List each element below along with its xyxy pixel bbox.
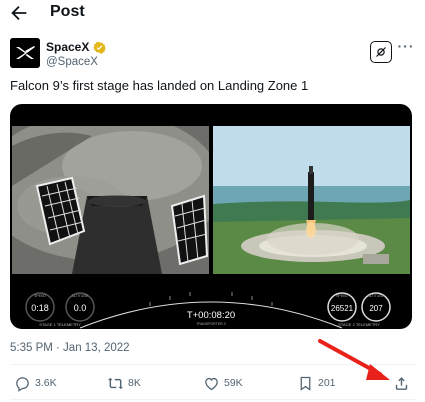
ground-camera-view xyxy=(213,126,410,274)
bookmark-icon xyxy=(300,376,311,391)
heart-icon xyxy=(205,377,218,390)
grok-button[interactable] xyxy=(370,41,392,63)
author-handle[interactable]: @SpaceX xyxy=(46,56,98,68)
author-name-text: SpaceX xyxy=(46,40,90,54)
left-altitude-unit: ALTITUDE xyxy=(72,294,89,298)
bookmark-button[interactable]: 201 xyxy=(297,372,336,394)
top-bar: Post xyxy=(0,0,425,30)
mission-name: TRANSPORTER-3 xyxy=(196,322,226,326)
left-telemetry-label: STAGE 1 TELEMETRY xyxy=(39,322,81,327)
left-speed: 0:18 xyxy=(31,303,49,313)
tweet-text: Falcon 9’s first stage has landed on Lan… xyxy=(10,78,309,93)
share-icon xyxy=(395,376,408,390)
right-speed: 26521 xyxy=(331,304,354,313)
arrow-left-icon xyxy=(11,5,27,21)
grok-icon xyxy=(376,47,386,57)
left-altitude: 0.0 xyxy=(74,303,87,313)
like-button[interactable]: 59K xyxy=(203,372,243,394)
telemetry-overlay: 0:18 0.0 SPEED ALTITUDE STAGE 1 TELEMETR… xyxy=(10,282,412,329)
page-title: Post xyxy=(50,3,85,20)
spacex-logo xyxy=(10,38,40,68)
right-telemetry-label: STAGE 2 TELEMETRY xyxy=(338,322,380,327)
onboard-camera-view xyxy=(12,126,209,274)
avatar[interactable] xyxy=(10,38,40,68)
verified-badge-icon xyxy=(93,41,107,54)
action-bar: 3.6K 8K 59K 201 xyxy=(0,372,425,396)
bookmark-count: 201 xyxy=(318,377,336,389)
repost-icon xyxy=(108,377,123,389)
tweet-timestamp[interactable]: 5:35 PM · Jan 13, 2022 xyxy=(10,342,130,354)
right-speed-unit: SPEED xyxy=(336,294,348,298)
repost-button[interactable]: 8K xyxy=(107,372,141,394)
back-button[interactable] xyxy=(8,2,30,24)
right-altitude-unit: ALTITUDE xyxy=(368,294,385,298)
author-name[interactable]: SpaceX xyxy=(46,40,107,54)
divider xyxy=(10,399,415,400)
more-icon[interactable]: ··· xyxy=(397,39,415,58)
reply-button[interactable]: 3.6K xyxy=(14,372,57,394)
repost-count: 8K xyxy=(128,377,141,389)
share-button[interactable] xyxy=(393,372,410,394)
left-speed-unit: SPEED xyxy=(34,294,46,298)
divider xyxy=(10,364,415,365)
reply-count: 3.6K xyxy=(35,377,57,389)
tweet-video[interactable]: 0:18 0.0 SPEED ALTITUDE STAGE 1 TELEMETR… xyxy=(10,104,412,329)
like-count: 59K xyxy=(224,377,243,389)
mission-timer: T+00:08:20 xyxy=(187,310,235,321)
reply-icon xyxy=(16,376,29,392)
right-altitude: 207 xyxy=(369,304,383,313)
